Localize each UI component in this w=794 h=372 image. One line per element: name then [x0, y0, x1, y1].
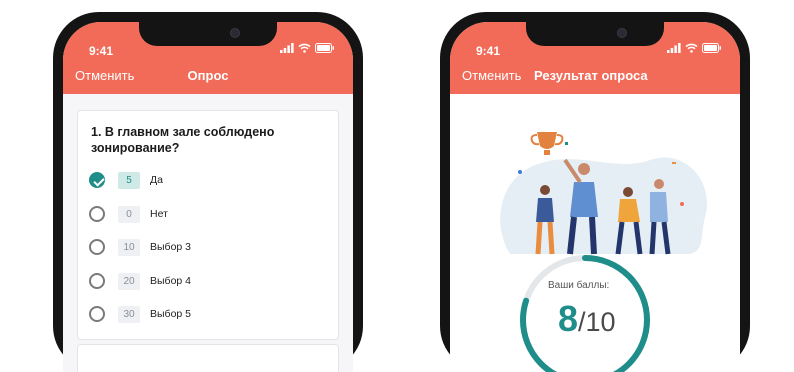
- answer-option-5[interactable]: 30 Выбор 5: [89, 304, 191, 324]
- survey-header: 9:41 Отменить Опрос: [63, 22, 353, 94]
- confetti-piece: [565, 142, 568, 145]
- score-badge: 20: [118, 272, 140, 290]
- survey-screen: 9:41 Отменить Опрос 1. В главном зале со…: [63, 22, 353, 372]
- radio-icon[interactable]: [89, 273, 105, 289]
- score-label: Ваши баллы:: [548, 280, 610, 291]
- answer-option-4[interactable]: 20 Выбор 4: [89, 271, 191, 291]
- wifi-icon: [298, 43, 311, 53]
- score-number: 8: [558, 298, 579, 339]
- status-icons: [280, 43, 335, 53]
- score-total: /10: [578, 307, 616, 337]
- signal-icon: [280, 43, 294, 53]
- radio-checked-icon[interactable]: [89, 172, 105, 188]
- question-card: 1. В главном зале соблюдено зонирование?…: [77, 110, 339, 340]
- notch: [139, 22, 277, 46]
- confetti-dot: [518, 170, 522, 174]
- score-badge: 10: [118, 238, 140, 256]
- battery-icon: [315, 43, 334, 53]
- score-badge: 0: [118, 205, 140, 223]
- radio-icon[interactable]: [89, 306, 105, 322]
- result-screen: 9:41 Отменить Результат опроса Ваши балл…: [450, 22, 740, 372]
- confetti-dot: [680, 202, 684, 206]
- score-badge: 30: [118, 305, 140, 323]
- radio-icon[interactable]: [89, 239, 105, 255]
- answer-option-no[interactable]: 0 Нет: [89, 204, 168, 224]
- option-label: Выбор 4: [150, 275, 192, 287]
- trophy-icon: [530, 132, 564, 155]
- answer-option-3[interactable]: 10 Выбор 3: [89, 237, 191, 257]
- option-label: Да: [150, 174, 163, 186]
- score-badge: 5: [118, 171, 140, 189]
- phone-survey: 9:41 Отменить Опрос 1. В главном зале со…: [53, 12, 363, 372]
- camera-icon: [230, 28, 240, 38]
- score-value: 8/10: [558, 298, 616, 340]
- answer-option-yes[interactable]: 5 Да: [89, 170, 163, 190]
- option-label: Выбор 5: [150, 308, 192, 320]
- phone-result: 9:41 Отменить Результат опроса Ваши балл…: [440, 12, 750, 372]
- radio-icon[interactable]: [89, 206, 105, 222]
- page-title: Опрос: [187, 68, 229, 83]
- confetti-piece: [672, 162, 676, 164]
- status-time: 9:41: [89, 44, 114, 58]
- question-text: 1. В главном зале соблюдено зонирование?: [91, 125, 275, 155]
- next-question-card: [77, 344, 339, 372]
- option-label: Нет: [150, 208, 168, 220]
- illustration-background-blob: [500, 157, 707, 254]
- option-label: Выбор 3: [150, 241, 192, 253]
